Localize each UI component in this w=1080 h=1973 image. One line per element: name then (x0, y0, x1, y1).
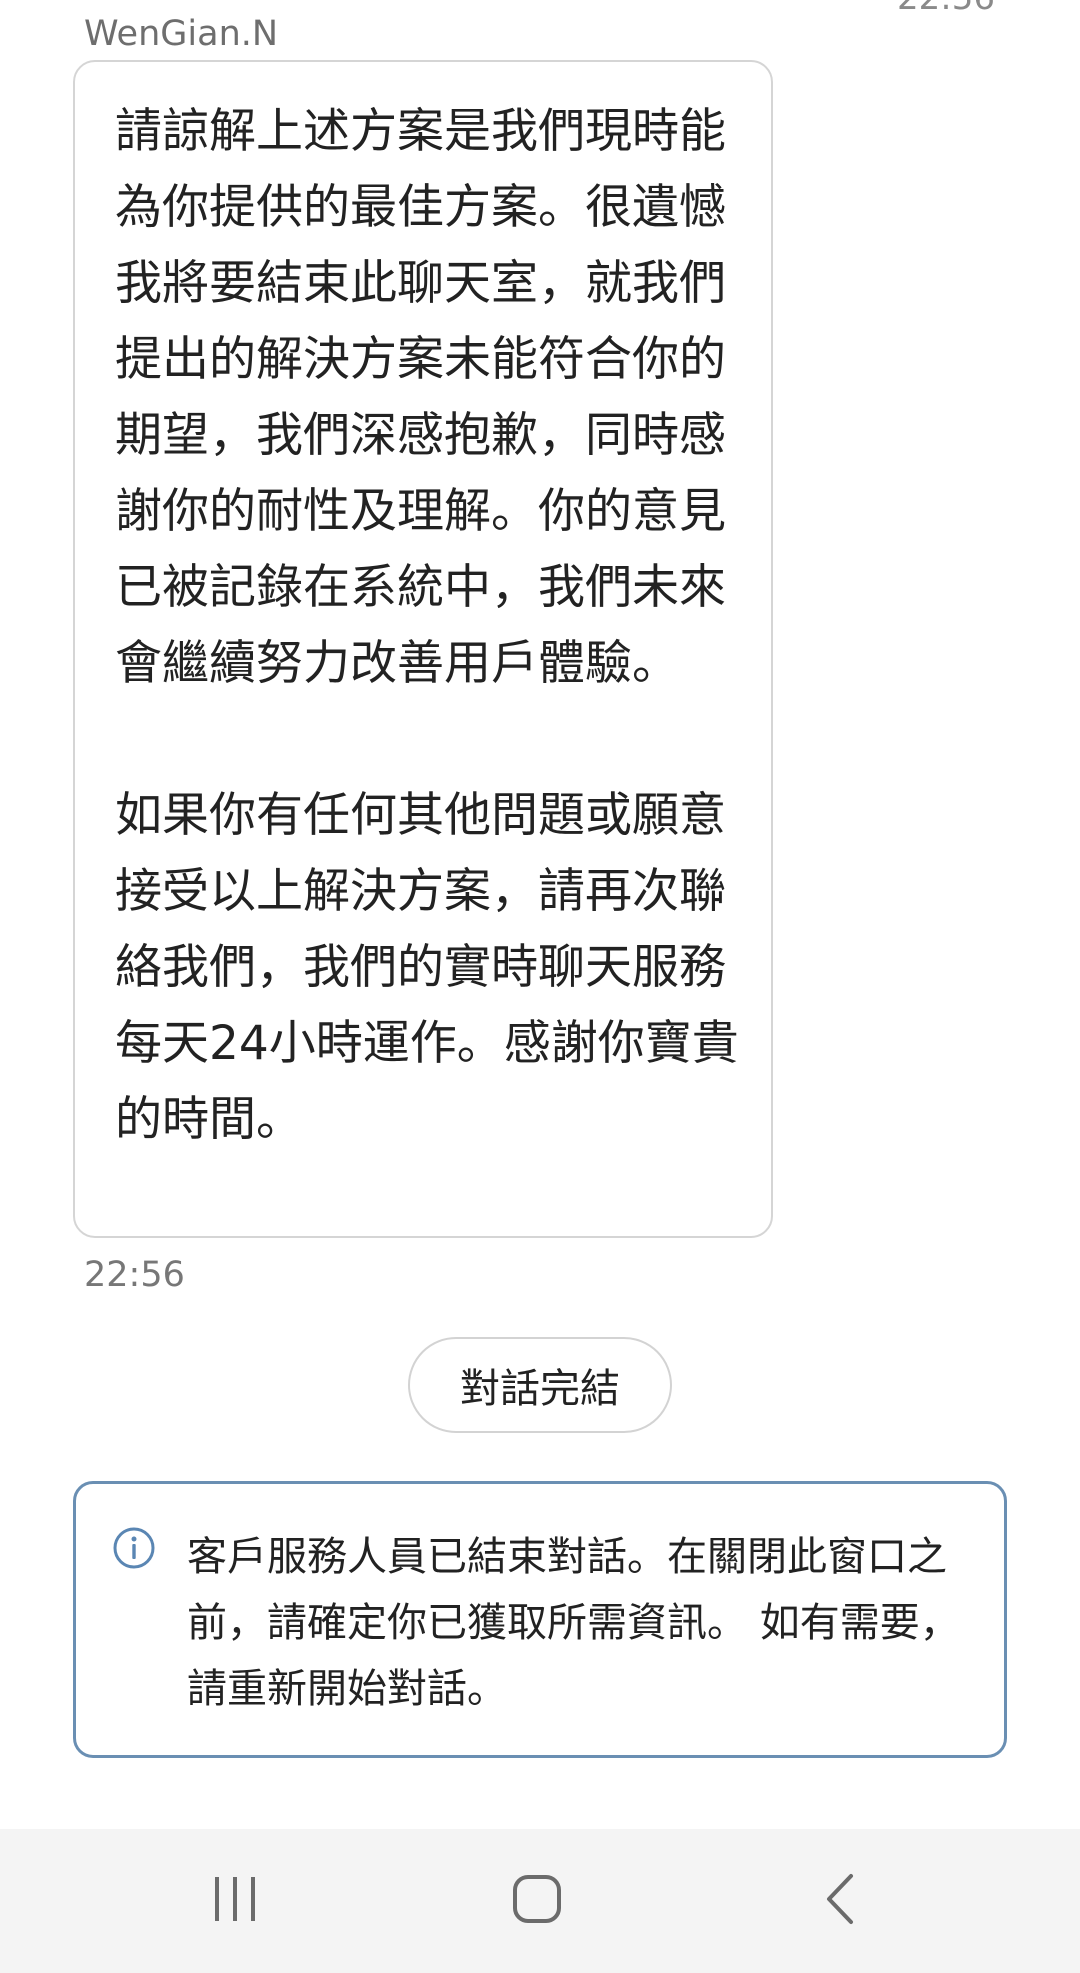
agent-message-bubble: 請諒解上述方案是我們現時能為你提供的最佳方案。很遺憾我將要結束此聊天室，就我們提… (73, 60, 773, 1238)
system-navigation-bar (0, 1829, 1080, 1973)
previous-message-time: 22:56 (897, 0, 995, 18)
message-timestamp: 22:56 (84, 1255, 185, 1295)
notice-text: 客戶服務人員已結束對話。在關閉此窗口之前，請確定你已獲取所需資訊。 如有需要，請… (187, 1534, 960, 1712)
message-paragraph-1: 請諒解上述方案是我們現時能為你提供的最佳方案。很遺憾我將要結束此聊天室，就我們提… (115, 104, 726, 691)
recent-apps-icon (210, 1875, 260, 1927)
chat-screen: 22:56 WenGian.N 請諒解上述方案是我們現時能為你提供的最佳方案。很… (0, 0, 1080, 1973)
home-icon (512, 1874, 562, 1928)
conversation-ended-badge: 對話完結 (408, 1337, 672, 1433)
recent-apps-button[interactable] (180, 1851, 290, 1951)
home-button[interactable] (482, 1851, 592, 1951)
info-icon (112, 1526, 156, 1570)
back-icon (821, 1872, 861, 1930)
conversation-ended-notice: 客戶服務人員已結束對話。在關閉此窗口之前，請確定你已獲取所需資訊。 如有需要，請… (73, 1481, 1007, 1758)
message-paragraph-2: 如果你有任何其他問題或願意接受以上解決方案，請再次聯絡我們，我們的實時聊天服務每… (115, 788, 739, 1147)
back-button[interactable] (786, 1851, 896, 1951)
sender-name: WenGian.N (84, 14, 279, 54)
